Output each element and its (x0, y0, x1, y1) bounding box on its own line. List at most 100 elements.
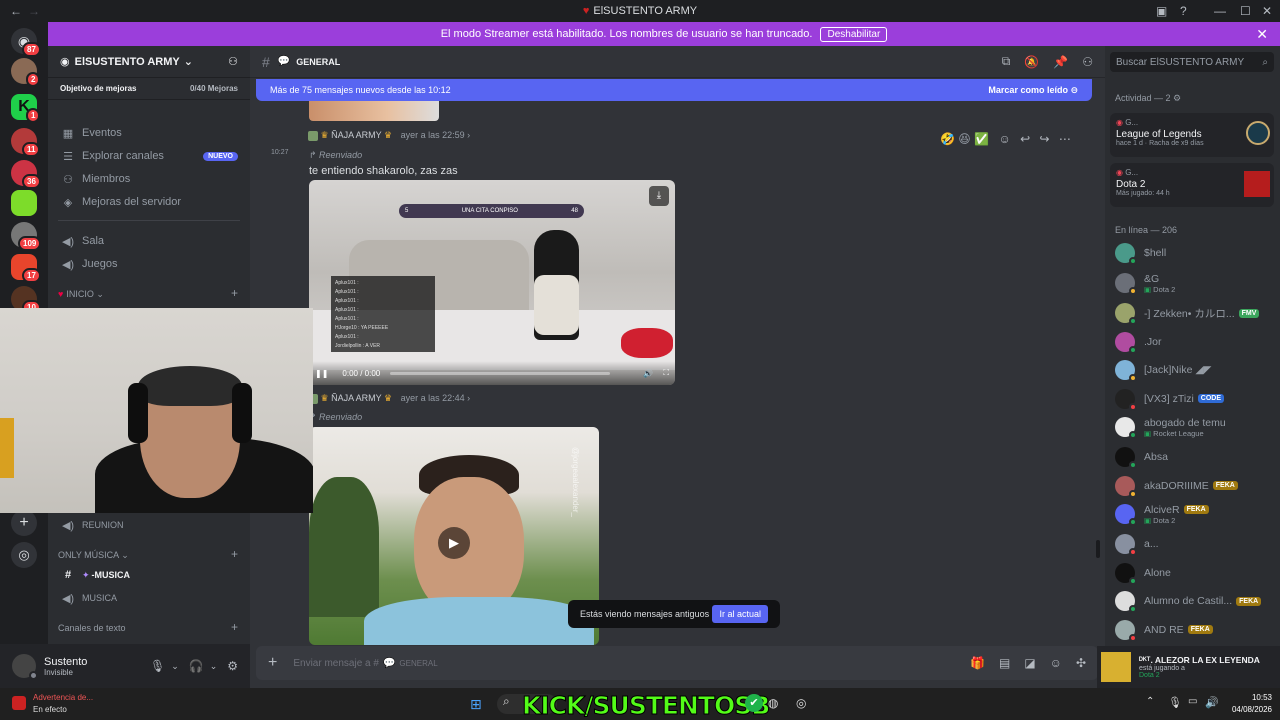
grin-emoji-icon[interactable]: 😆 (958, 132, 971, 146)
activity-card[interactable]: ◉ G... League of Legends hace 1 d · Rach… (1110, 113, 1274, 157)
guild-header[interactable]: ◉ ElSUSTENTO ARMY ⌄ ⚇ (48, 46, 250, 78)
clock-time[interactable]: 10:53 (1222, 693, 1272, 702)
add-attachment-icon[interactable]: + (268, 654, 277, 672)
banner-close-icon[interactable]: ✕ (1256, 26, 1268, 43)
add-channel-icon[interactable]: + (231, 547, 238, 561)
apps-icon[interactable]: ✣ (1076, 656, 1086, 670)
member-row[interactable]: .Jor (1115, 329, 1275, 355)
windows-start-icon[interactable]: ⊞ (470, 696, 482, 713)
laugh-emoji-icon[interactable]: 🤣 (940, 132, 955, 146)
voice-channel-juegos[interactable]: ◀) Juegos (56, 253, 242, 275)
text-channel-musica[interactable]: # ✦ -MUSICA (56, 564, 242, 586)
gift-icon[interactable]: 🎁 (970, 656, 985, 670)
threads-icon[interactable]: ⧉ (1002, 54, 1011, 69)
minimize-icon[interactable]: — (1214, 4, 1226, 18)
nav-members[interactable]: ⚇ Miembros (56, 168, 242, 190)
mark-read-button[interactable]: Marcar como leído ⊖ (988, 85, 1078, 96)
gif-icon[interactable]: ▤ (999, 656, 1010, 670)
jump-to-present-button[interactable]: Ir al actual (712, 605, 768, 623)
new-messages-bar[interactable]: Más de 75 mensajes nuevos desde las 10:1… (256, 79, 1092, 101)
search-input[interactable]: Buscar ElSUSTENTO ARMY ⌕ (1110, 52, 1274, 72)
chevron-down-icon[interactable]: ⌄ (171, 661, 179, 672)
member-row[interactable]: &G ▣ Dota 2 (1115, 270, 1275, 296)
category-inicio[interactable]: ♥ INICIO ⌄ (58, 289, 104, 300)
invite-icon[interactable]: ⚇ (228, 55, 238, 68)
headphones-icon[interactable]: 🎧 (189, 659, 204, 673)
video-attachment[interactable]: ▶ @jorgeaalexander_ (309, 427, 599, 645)
member-row[interactable]: Absa (1115, 444, 1275, 470)
help-icon[interactable]: ? (1180, 4, 1187, 18)
member-list-icon[interactable]: ⚇ (1082, 55, 1093, 69)
member-row[interactable]: abogado de temu ▣ Rocket League (1115, 414, 1275, 440)
fullscreen-icon[interactable]: ⛶ (663, 368, 669, 378)
reply-header[interactable]: ♛ ÑAJA ARMY ♛ ayer a las 22:59 › (308, 130, 470, 141)
tray-network-icon[interactable]: ▭ (1188, 696, 1197, 707)
inbox-icon[interactable]: ▣ (1156, 4, 1167, 18)
channel-label: Juegos (82, 258, 118, 270)
settings-icon[interactable]: ⚙ (1173, 93, 1181, 103)
category-text-channels[interactable]: Canales de texto (58, 623, 126, 633)
stream-chat-overlay: Aplux101 : Aplux101 : Aplux101 : Aplux10… (331, 276, 435, 352)
member-row[interactable]: AlciveR FEKA ▣ Dota 2 (1115, 501, 1275, 527)
reply-icon[interactable]: ↩ (1020, 132, 1030, 146)
member-row[interactable]: Alumno de Castil... FEKA (1115, 588, 1275, 614)
server-icon[interactable] (11, 190, 37, 216)
voice-channel-musica[interactable]: ◀) MUSICA (56, 587, 242, 609)
close-window-icon[interactable]: ✕ (1262, 4, 1272, 18)
tray-chevron-icon[interactable]: ⌃ (1146, 696, 1154, 707)
boost-goal[interactable]: Objetivo de mejoras 0/40 Mejoras (48, 78, 250, 100)
member-row[interactable]: [Jack]Nike ◢◤ (1115, 357, 1275, 383)
forward-icon[interactable]: ↪ (1039, 132, 1049, 146)
play-icon[interactable]: ▶ (438, 527, 470, 559)
download-icon[interactable]: ⤓ (649, 186, 669, 206)
member-row[interactable]: AND RE FEKA (1115, 617, 1275, 643)
notifications-icon[interactable]: 🔕 (1024, 55, 1039, 69)
voice-channel-sala[interactable]: ◀) Sala (56, 230, 242, 252)
scrollbar[interactable] (1096, 540, 1100, 558)
volume-icon[interactable]: 🔊 (643, 369, 653, 378)
settings-icon[interactable]: ⚙ (227, 659, 238, 673)
nav-browse-channels[interactable]: ☰ Explorar canales NUEVO (56, 145, 242, 167)
now-playing-card[interactable]: ᴰᴷᵀ. ALEZOR LA EX LEYENDA está jugando a… (1097, 646, 1280, 688)
pin-icon[interactable]: 📌 (1053, 55, 1068, 69)
reply-header[interactable]: ♛ ÑAJA ARMY ♛ ayer a las 22:44 › (308, 393, 470, 404)
warning-text[interactable]: Advertencia de... (33, 693, 93, 702)
video-seek-bar[interactable] (390, 371, 611, 375)
voice-channel-reunion[interactable]: ◀) REUNION (56, 514, 242, 536)
maximize-icon[interactable]: ☐ (1240, 4, 1251, 18)
tray-mic-icon[interactable]: 🎙 (1168, 696, 1182, 709)
pause-icon[interactable]: ❚❚ (315, 369, 328, 378)
more-icon[interactable]: ⋯ (1059, 132, 1071, 146)
member-row[interactable]: $hell (1115, 240, 1275, 266)
video-player[interactable]: 5 UNA CITA CONPISO 48 Aplux101 : Aplux10… (309, 180, 675, 385)
microphone-icon[interactable]: 🎙 (150, 659, 165, 673)
tray-volume-icon[interactable]: 🔊 (1205, 696, 1219, 709)
emoji-icon[interactable]: ☺ (1050, 656, 1062, 670)
avatar[interactable] (12, 654, 38, 680)
message-composer[interactable]: + Enviar mensaje a # 💬 GENERAL 🎁 ▤ ◪ ☺ ✣ (256, 646, 1098, 680)
category-only-musica[interactable]: ONLY MÚSICA ⌄ (58, 550, 129, 561)
activity-card[interactable]: ◉ G... Dota 2 Más jugado: 44 h (1110, 163, 1274, 207)
discover-icon[interactable]: ◎ (11, 542, 37, 568)
add-channel-icon[interactable]: + (231, 620, 238, 634)
taskbar-app-icon[interactable]: ◍ (768, 696, 778, 710)
add-server-icon[interactable]: + (11, 510, 37, 536)
add-channel-icon[interactable]: + (231, 286, 238, 300)
chevron-down-icon[interactable]: ⌄ (210, 661, 218, 672)
nav-events[interactable]: ▦ Eventos (56, 122, 242, 144)
add-reaction-icon[interactable]: ☺ (998, 132, 1010, 146)
member-row[interactable]: Alone (1115, 560, 1275, 586)
clock-date[interactable]: 04/08/2026 (1222, 705, 1272, 714)
message-reactions[interactable]: 🤣 😆 ✅ ☺ ↩ ↪ ⋯ (940, 132, 1071, 146)
check-emoji-icon[interactable]: ✅ (974, 132, 989, 146)
member-row[interactable]: [VX3] zTizi CODE (1115, 386, 1275, 412)
nav-server-boosts[interactable]: ◈ Mejoras del servidor (56, 191, 242, 213)
disable-streamer-button[interactable]: Deshabilitar (820, 26, 888, 42)
taskbar-app-icon[interactable]: ◎ (796, 696, 806, 710)
sticker-icon[interactable]: ◪ (1024, 656, 1035, 670)
member-row[interactable]: -] Zekken• カルロ... FMV (1115, 300, 1275, 326)
video-scene-pillow (621, 328, 673, 358)
member-row[interactable]: a... (1115, 531, 1275, 557)
attachment-image[interactable] (309, 101, 439, 121)
member-row[interactable]: akaDORIIIME FEKA (1115, 473, 1275, 499)
